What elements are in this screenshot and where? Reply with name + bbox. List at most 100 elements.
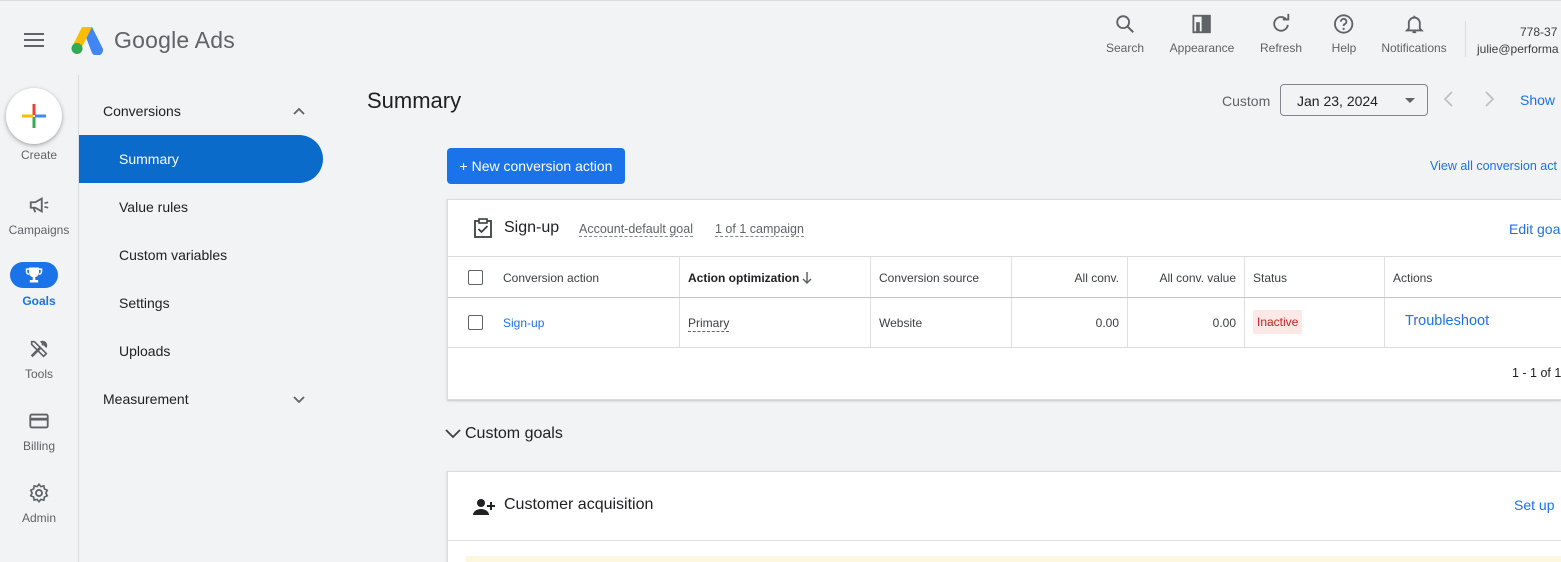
goal-title: Sign-up bbox=[504, 219, 560, 236]
set-up-link[interactable]: Set up bbox=[1514, 497, 1554, 513]
row-checkbox[interactable] bbox=[468, 315, 483, 330]
search-button[interactable]: Search bbox=[1106, 13, 1144, 55]
show-link[interactable]: Show bbox=[1520, 92, 1555, 108]
rail-item-billing[interactable]: Billing bbox=[0, 410, 78, 453]
column-action-optimization[interactable]: Action optimization bbox=[688, 271, 799, 285]
credit-card-icon bbox=[29, 413, 49, 429]
date-range-value: Jan 23, 2024 bbox=[1297, 93, 1378, 109]
megaphone-icon bbox=[29, 197, 49, 213]
header-cell-action-optimization: Action optimization bbox=[680, 257, 871, 297]
rail-item-campaigns[interactable]: Campaigns bbox=[0, 194, 78, 237]
nav-conversions[interactable]: Conversions bbox=[103, 103, 181, 119]
appearance-icon bbox=[1192, 14, 1212, 34]
brand-name: Google Ads bbox=[114, 27, 235, 53]
clipboard-check-icon bbox=[474, 218, 492, 238]
customer-acquisition-title: Customer acquisition bbox=[504, 496, 654, 513]
chevron-down-icon[interactable] bbox=[292, 392, 306, 406]
goals-label: Goals bbox=[22, 294, 56, 308]
hamburger-menu-icon[interactable] bbox=[22, 29, 46, 53]
notifications-button[interactable]: Notifications bbox=[1381, 13, 1447, 55]
header-cell-conversion-action: Conversion action bbox=[448, 257, 680, 297]
page-title: Summary bbox=[367, 88, 462, 113]
chevron-down-icon[interactable] bbox=[444, 424, 462, 442]
account-email[interactable]: julie@performa bbox=[1477, 42, 1559, 56]
column-conversion-action[interactable]: Conversion action bbox=[503, 271, 599, 285]
gear-icon bbox=[29, 482, 49, 504]
caret-down-icon bbox=[1405, 98, 1415, 103]
goals-pill bbox=[10, 262, 58, 288]
row-cell-optimization: Primary bbox=[680, 298, 871, 347]
conversion-action-link[interactable]: Sign-up bbox=[503, 316, 544, 330]
tools-icon bbox=[30, 340, 48, 358]
create-button[interactable] bbox=[6, 88, 62, 144]
header-divider bbox=[1465, 21, 1466, 57]
chevron-up-icon[interactable] bbox=[292, 104, 306, 118]
nav-measurement[interactable]: Measurement bbox=[103, 391, 189, 407]
appearance-label: Appearance bbox=[1169, 41, 1235, 55]
column-all-conv-value[interactable]: All conv. value bbox=[1160, 271, 1236, 285]
plus-icon bbox=[22, 104, 46, 128]
rail-item-goals[interactable]: Goals bbox=[0, 262, 78, 312]
refresh-button[interactable]: Refresh bbox=[1260, 13, 1302, 55]
left-rail: Create Campaigns Goals Tools Billing Adm… bbox=[0, 78, 78, 562]
row-cell-all-conv-value: 0.00 bbox=[1128, 298, 1245, 347]
rail-item-tools[interactable]: Tools bbox=[0, 338, 78, 381]
new-conversion-action-button[interactable]: + New conversion action bbox=[447, 148, 625, 184]
column-conversion-source[interactable]: Conversion source bbox=[879, 271, 979, 285]
sign-up-goal-card: Sign-up Account-default goal 1 of 1 camp… bbox=[447, 199, 1561, 400]
rail-item-admin[interactable]: Admin bbox=[0, 482, 78, 525]
custom-goals-heading[interactable]: Custom goals bbox=[465, 425, 563, 443]
nav-item-custom-variables[interactable]: Custom variables bbox=[119, 247, 227, 263]
campaigns-label: Campaigns bbox=[8, 223, 70, 237]
help-button[interactable]: Help bbox=[1331, 13, 1357, 55]
nav-item-uploads[interactable]: Uploads bbox=[119, 343, 170, 359]
row-cell-source: Website bbox=[871, 298, 1012, 347]
refresh-icon bbox=[1273, 13, 1290, 32]
trophy-icon bbox=[25, 267, 43, 283]
row-cell-status: Inactive bbox=[1245, 298, 1385, 347]
campaign-count[interactable]: 1 of 1 campaign bbox=[715, 222, 804, 237]
select-all-checkbox[interactable] bbox=[468, 270, 483, 285]
tools-label: Tools bbox=[24, 367, 53, 381]
view-all-conversion-actions-link[interactable]: View all conversion act bbox=[1430, 159, 1557, 173]
header-cell-all-conv: All conv. bbox=[1012, 257, 1128, 297]
account-id[interactable]: 778-37 bbox=[1520, 25, 1557, 39]
status-badge: Inactive bbox=[1253, 310, 1303, 334]
column-actions: Actions bbox=[1393, 271, 1433, 285]
row-cell-actions: Troubleshoot bbox=[1385, 298, 1561, 347]
arrow-down-sort-icon[interactable] bbox=[801, 271, 813, 285]
edit-goal-link[interactable]: Edit goa bbox=[1509, 221, 1560, 237]
account-default-goal[interactable]: Account-default goal bbox=[579, 222, 693, 237]
notice-banner bbox=[466, 556, 1561, 562]
header-cell-status: Status bbox=[1245, 257, 1385, 297]
date-range-select[interactable]: Jan 23, 2024 bbox=[1280, 84, 1428, 116]
row-cell-all-conv: 0.00 bbox=[1012, 298, 1128, 347]
customer-acquisition-card: Customer acquisition Set up bbox=[447, 471, 1561, 562]
header-cell-all-conv-value: All conv. value bbox=[1128, 257, 1245, 297]
refresh-label: Refresh bbox=[1259, 41, 1303, 55]
nav-item-value-rules[interactable]: Value rules bbox=[119, 199, 188, 215]
search-label: Search bbox=[1105, 41, 1145, 55]
chevron-left-icon[interactable] bbox=[1440, 90, 1458, 108]
help-icon bbox=[1334, 14, 1354, 34]
row-cell-conversion-action: Sign-up bbox=[448, 298, 680, 347]
search-icon bbox=[1116, 15, 1134, 33]
optimization-value[interactable]: Primary bbox=[688, 316, 730, 332]
all-conv-value-value: 0.00 bbox=[1212, 316, 1236, 330]
help-label: Help bbox=[1331, 41, 1357, 55]
google-ads-logo bbox=[71, 27, 104, 55]
all-conv-value: 0.00 bbox=[1095, 316, 1119, 330]
create-label: Create bbox=[20, 148, 58, 162]
troubleshoot-link[interactable]: Troubleshoot bbox=[1405, 313, 1489, 329]
nav-item-summary[interactable]: Summary bbox=[79, 135, 323, 183]
appearance-button[interactable]: Appearance bbox=[1169, 13, 1235, 55]
header-cell-conversion-source: Conversion source bbox=[871, 257, 1012, 297]
column-status[interactable]: Status bbox=[1253, 271, 1287, 285]
nav-item-settings[interactable]: Settings bbox=[119, 295, 170, 311]
chevron-right-icon[interactable] bbox=[1480, 90, 1498, 108]
table-row: Sign-up Primary Website 0.00 0.00 Inacti… bbox=[448, 298, 1561, 348]
header-cell-actions: Actions bbox=[1385, 257, 1561, 297]
column-all-conv[interactable]: All conv. bbox=[1075, 271, 1119, 285]
pagination-text: 1 - 1 of 1 bbox=[1512, 366, 1561, 380]
card-divider bbox=[448, 540, 1561, 541]
